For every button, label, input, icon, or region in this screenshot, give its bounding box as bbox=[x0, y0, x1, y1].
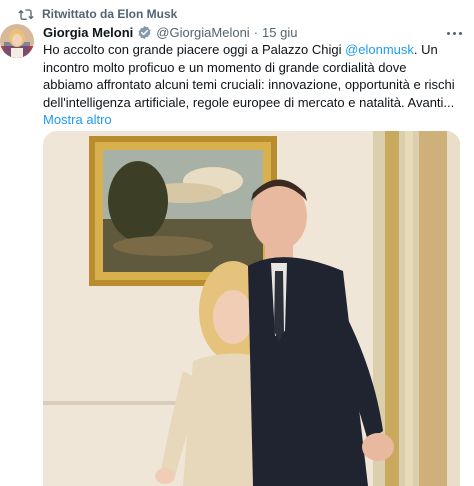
more-options-icon[interactable] bbox=[442, 24, 466, 42]
tweet-header: Giorgia Meloni @GiorgiaMeloni · 15 giu bbox=[43, 22, 297, 42]
author-name[interactable]: Giorgia Meloni bbox=[43, 25, 133, 40]
tweet-text-part: Ho accolto con grande piacere oggi a Pal… bbox=[43, 42, 346, 57]
retweet-label: Ritwittato da Elon Musk bbox=[42, 7, 178, 21]
tweet-photo[interactable] bbox=[43, 131, 460, 486]
avatar[interactable] bbox=[0, 24, 34, 58]
separator-dot: · bbox=[253, 24, 259, 40]
tweet-date[interactable]: 15 giu bbox=[262, 25, 297, 40]
retweet-icon bbox=[18, 7, 34, 21]
verified-badge-icon bbox=[137, 25, 152, 40]
author-handle[interactable]: @GiorgiaMeloni bbox=[156, 25, 249, 40]
mention-link[interactable]: @elonmusk bbox=[345, 42, 414, 57]
retweet-context[interactable]: Ritwittato da Elon Musk bbox=[18, 5, 177, 23]
show-more-link[interactable]: Mostra altro bbox=[43, 112, 112, 127]
tweet-text: Ho accolto con grande piacere oggi a Pal… bbox=[43, 41, 457, 129]
